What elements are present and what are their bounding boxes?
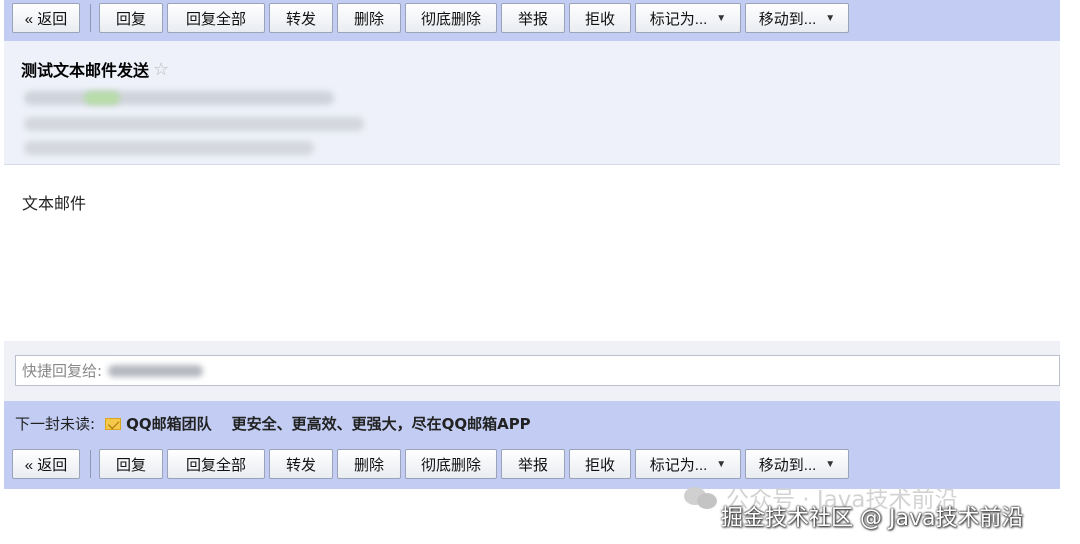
sender-info-redacted (24, 91, 334, 105)
caret-down-icon: ▼ (716, 12, 727, 24)
caret-down-icon: ▼ (825, 458, 836, 470)
mark-as-label: 标记为... (649, 10, 708, 28)
reply-all-button[interactable]: 回复全部 (167, 3, 265, 33)
next-unread-label: 下一封未读: (15, 415, 96, 433)
forward-button[interactable]: 转发 (269, 449, 333, 479)
watermark-juejin: 掘金技术社区 @ Java技术前沿 (721, 506, 1024, 531)
permanent-delete-button[interactable]: 彻底删除 (405, 449, 497, 479)
move-to-dropdown[interactable]: 移动到... ▼ (745, 3, 849, 33)
report-button[interactable]: 举报 (501, 3, 565, 33)
quick-reply-input[interactable]: 快捷回复给: (15, 355, 1060, 386)
reply-button[interactable]: 回复 (99, 449, 163, 479)
move-to-label: 移动到... (758, 10, 817, 28)
envelope-icon (105, 417, 122, 430)
move-to-dropdown[interactable]: 移动到... ▼ (745, 449, 849, 479)
move-to-label: 移动到... (758, 456, 817, 474)
email-body: 文本邮件 (22, 194, 87, 213)
toolbar-separator (90, 4, 91, 32)
email-header: 测试文本邮件发送 ☆ (4, 41, 1060, 165)
back-button[interactable]: « 返回 (12, 449, 80, 479)
reject-button[interactable]: 拒收 (569, 449, 631, 479)
report-button[interactable]: 举报 (501, 449, 565, 479)
next-unread-sender[interactable]: QQ邮箱团队 (126, 413, 212, 434)
email-subject: 测试文本邮件发送 ☆ (21, 57, 169, 81)
mark-as-label: 标记为... (649, 456, 708, 474)
subject-text: 测试文本邮件发送 (21, 61, 150, 80)
reject-button[interactable]: 拒收 (569, 3, 631, 33)
mark-as-dropdown[interactable]: 标记为... ▼ (635, 449, 741, 479)
caret-down-icon: ▼ (825, 12, 836, 24)
permanent-delete-button[interactable]: 彻底删除 (405, 3, 497, 33)
toolbar-separator (90, 450, 91, 478)
next-unread-bar: 下一封未读: QQ邮箱团队 更安全、更高效、更强大，尽在QQ邮箱APP (4, 401, 1060, 446)
delete-button[interactable]: 删除 (337, 3, 401, 33)
next-unread-subject[interactable]: 更安全、更高效、更强大，尽在QQ邮箱APP (232, 413, 531, 434)
wechat-icon (684, 485, 718, 509)
star-icon[interactable]: ☆ (153, 59, 169, 80)
quick-reply-recipient-redacted (108, 364, 204, 377)
recipient-info-redacted (24, 141, 314, 155)
reply-button[interactable]: 回复 (99, 3, 163, 33)
time-info-redacted (24, 117, 364, 131)
reply-all-button[interactable]: 回复全部 (167, 449, 265, 479)
top-toolbar: « 返回 回复 回复全部 转发 删除 彻底删除 举报 拒收 标记为... ▼ 移动… (4, 0, 1060, 41)
caret-down-icon: ▼ (716, 458, 727, 470)
quick-reply-label: 快捷回复给: (22, 362, 103, 380)
forward-button[interactable]: 转发 (269, 3, 333, 33)
mark-as-dropdown[interactable]: 标记为... ▼ (635, 3, 741, 33)
back-button[interactable]: « 返回 (12, 3, 80, 33)
quick-reply-area: 快捷回复给: (4, 341, 1060, 401)
sender-badge-redacted (84, 91, 120, 105)
delete-button[interactable]: 删除 (337, 449, 401, 479)
